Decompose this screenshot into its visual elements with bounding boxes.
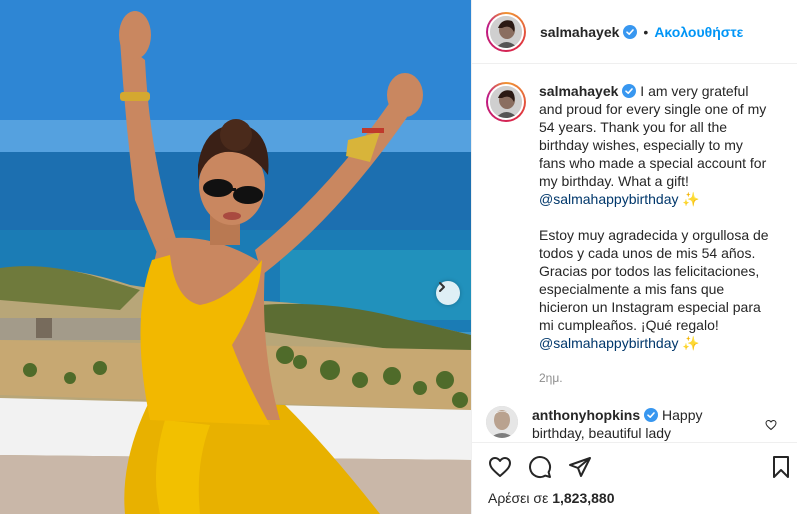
verified-badge-icon [644,408,659,422]
like-comment-heart-icon[interactable] [765,419,777,431]
share-paper-plane-icon[interactable] [568,455,592,479]
avatar-image [490,15,522,48]
likes-count[interactable]: Αρέσει σε 1,823,880 [488,490,615,506]
post-timestamp[interactable]: 2ημ. [539,369,769,387]
commenter-avatar[interactable] [486,406,518,438]
post-photo [0,0,471,514]
chevron-right-icon [439,282,445,292]
mention-link[interactable]: @salmahappybirthday [539,191,679,207]
comment-item: anthonyhopkins Happy birthday, beautiful… [486,406,786,442]
caption-text-spanish: Estoy muy agradecida y orgullosa de todo… [539,227,769,333]
mention-link[interactable]: @salmahappybirthday [539,335,679,351]
verified-badge-icon [622,84,637,98]
next-photo-button[interactable] [436,281,460,305]
comment-bubble-icon[interactable] [528,455,552,479]
verified-badge-icon [623,24,638,39]
post-actions: Αρέσει σε 1,823,880 [472,442,797,514]
caption-author-avatar[interactable] [486,82,526,122]
post-sidebar: salmahayek • Ακολουθήστε salmahayek I am… [471,0,797,514]
comment-body: anthonyhopkins Happy birthday, beautiful… [532,406,737,442]
caption-author-username[interactable]: salmahayek [539,83,618,99]
avatar-image [486,406,518,438]
post-header: salmahayek • Ακολουθήστε [472,0,797,64]
sparkles-emoji: ✨ [682,335,700,351]
follow-button[interactable]: Ακολουθήστε [654,24,743,40]
comments-area[interactable]: salmahayek I am very grateful and proud … [472,65,797,442]
author-avatar[interactable] [486,11,526,52]
sparkles-emoji: ✨ [682,191,700,207]
caption-body: salmahayek I am very grateful and proud … [539,82,769,387]
avatar-image [490,86,522,118]
caption: salmahayek I am very grateful and proud … [486,82,769,387]
likes-prefix: Αρέσει σε [488,490,549,506]
separator-dot: • [643,23,649,40]
author-username[interactable]: salmahayek [540,24,619,40]
likes-number: 1,823,880 [552,490,615,506]
bookmark-icon[interactable] [769,455,793,479]
commenter-username[interactable]: anthonyhopkins [532,407,640,423]
photo-illustration [0,0,471,514]
like-heart-icon[interactable] [488,455,512,479]
